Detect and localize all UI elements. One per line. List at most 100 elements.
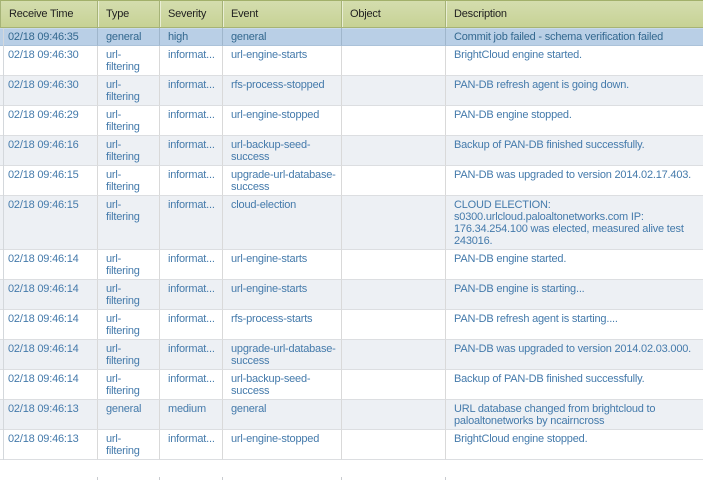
cell-event: cloud-election [222, 196, 341, 250]
cell-object [341, 370, 445, 400]
cell-receive-time: 02/18 09:46:15 [0, 166, 97, 196]
cell-type: url-filtering [97, 430, 159, 460]
cell-type: url-filtering [97, 196, 159, 250]
column-header-type[interactable]: Type [97, 0, 159, 28]
cell-receive-time: 02/18 09:46:14 [0, 280, 97, 310]
cell-event: upgrade-url-database-success [222, 340, 341, 370]
column-header-severity[interactable]: Severity [159, 0, 222, 28]
cell-object [341, 106, 445, 136]
cell-description: Commit job failed - schema verification … [445, 28, 703, 46]
cell-severity: informat... [159, 166, 222, 196]
cell-event: upgrade-url-database-success [222, 166, 341, 196]
cell-event: rfs-process-starts [222, 310, 341, 340]
table-row[interactable]: 02/18 09:46:13 url-filtering informat... ur… [0, 430, 703, 460]
cell-description: PAN-DB refresh agent is starting.... [445, 310, 703, 340]
cell-object [341, 340, 445, 370]
log-table-header: Receive Time Type Severity Event Object … [0, 0, 703, 28]
table-row[interactable]: 02/18 09:46:35 general high general Commit j… [0, 28, 703, 46]
cell-receive-time: 02/18 09:46:16 [0, 136, 97, 166]
cell-object [341, 196, 445, 250]
cell-type: url-filtering [97, 46, 159, 76]
column-header-receive-time[interactable]: Receive Time [0, 0, 97, 28]
cell-receive-time: 02/18 09:46:13 [0, 400, 97, 430]
cell-type: url-filtering [97, 310, 159, 340]
cell-type: general [97, 400, 159, 430]
cell-event: rfs-process-stopped [222, 76, 341, 106]
cell-object [341, 280, 445, 310]
cell-severity: informat... [159, 310, 222, 340]
cell-type: url-filtering [97, 280, 159, 310]
cell-type: url-filtering [97, 340, 159, 370]
table-row[interactable]: 02/18 09:46:14 url-filtering informat... rf… [0, 310, 703, 340]
cell-severity: informat... [159, 196, 222, 250]
cell-receive-time: 02/18 09:46:30 [0, 46, 97, 76]
cell-receive-time: 02/18 09:46:13 [0, 430, 97, 460]
cell-event: url-engine-starts [222, 280, 341, 310]
cell-type: url-filtering [97, 76, 159, 106]
cell-object [341, 46, 445, 76]
log-table: Receive Time Type Severity Event Object … [0, 0, 703, 460]
cell-description: PAN-DB was upgraded to version 2014.02.1… [445, 166, 703, 196]
table-row[interactable]: 02/18 09:46:16 url-filtering informat... ur… [0, 136, 703, 166]
cell-event: url-engine-stopped [222, 430, 341, 460]
cell-severity: informat... [159, 430, 222, 460]
table-row[interactable]: 02/18 09:46:14 url-filtering informat... ur… [0, 370, 703, 400]
cell-object [341, 250, 445, 280]
cell-severity: informat... [159, 370, 222, 400]
cell-description: PAN-DB engine started. [445, 250, 703, 280]
cell-type: url-filtering [97, 106, 159, 136]
cell-event: general [222, 400, 341, 430]
cell-type: url-filtering [97, 166, 159, 196]
cell-event: general [222, 28, 341, 46]
cell-event: url-engine-stopped [222, 106, 341, 136]
table-row[interactable]: 02/18 09:46:30 url-filtering informat... rf… [0, 76, 703, 106]
cell-receive-time: 02/18 09:46:30 [0, 76, 97, 106]
cell-receive-time: 02/18 09:46:14 [0, 250, 97, 280]
table-row[interactable]: 02/18 09:46:30 url-filtering informat... ur… [0, 46, 703, 76]
cell-severity: high [159, 28, 222, 46]
cell-object [341, 310, 445, 340]
cell-description: URL database changed from brightcloud to… [445, 400, 703, 430]
system-log-panel: Receive Time Type Severity Event Object … [0, 0, 703, 480]
cell-object [341, 166, 445, 196]
cell-type: general [97, 28, 159, 46]
table-row[interactable]: 02/18 09:46:15 url-filtering informat... up… [0, 166, 703, 196]
cell-event: url-backup-seed-success [222, 136, 341, 166]
cell-type: url-filtering [97, 370, 159, 400]
cell-receive-time: 02/18 09:46:14 [0, 340, 97, 370]
table-row[interactable]: 02/18 09:46:29 url-filtering informat... ur… [0, 106, 703, 136]
column-header-object[interactable]: Object [341, 0, 445, 28]
cell-receive-time: 02/18 09:46:29 [0, 106, 97, 136]
cell-description: Backup of PAN-DB finished successfully. [445, 136, 703, 166]
header-row: Receive Time Type Severity Event Object … [0, 0, 703, 28]
cell-description: BrightCloud engine started. [445, 46, 703, 76]
cell-object [341, 400, 445, 430]
cell-receive-time: 02/18 09:46:14 [0, 370, 97, 400]
cell-description: PAN-DB engine is starting... [445, 280, 703, 310]
cell-severity: informat... [159, 250, 222, 280]
cell-description: PAN-DB refresh agent is going down. [445, 76, 703, 106]
cell-type: url-filtering [97, 250, 159, 280]
table-row[interactable]: 02/18 09:46:14 url-filtering informat... ur… [0, 280, 703, 310]
cell-event: url-engine-starts [222, 46, 341, 76]
cell-object [341, 430, 445, 460]
cell-description: Backup of PAN-DB finished successfully. [445, 370, 703, 400]
table-row[interactable]: 02/18 09:46:14 url-filtering informat... up… [0, 340, 703, 370]
cell-severity: informat... [159, 340, 222, 370]
cell-severity: medium [159, 400, 222, 430]
cell-description: PAN-DB was upgraded to version 2014.02.0… [445, 340, 703, 370]
cell-object [341, 28, 445, 46]
table-row[interactable]: 02/18 09:46:14 url-filtering informat... ur… [0, 250, 703, 280]
table-row[interactable]: 02/18 09:46:13 general medium general URL da… [0, 400, 703, 430]
column-header-description[interactable]: Description [445, 0, 703, 28]
cell-type: url-filtering [97, 136, 159, 166]
cell-severity: informat... [159, 280, 222, 310]
cell-severity: informat... [159, 106, 222, 136]
cell-event: url-engine-starts [222, 250, 341, 280]
cell-description: PAN-DB engine stopped. [445, 106, 703, 136]
column-header-event[interactable]: Event [222, 0, 341, 28]
cell-receive-time: 02/18 09:46:15 [0, 196, 97, 250]
cell-severity: informat... [159, 46, 222, 76]
table-row[interactable]: 02/18 09:46:15 url-filtering informat... cl… [0, 196, 703, 250]
cell-severity: informat... [159, 76, 222, 106]
